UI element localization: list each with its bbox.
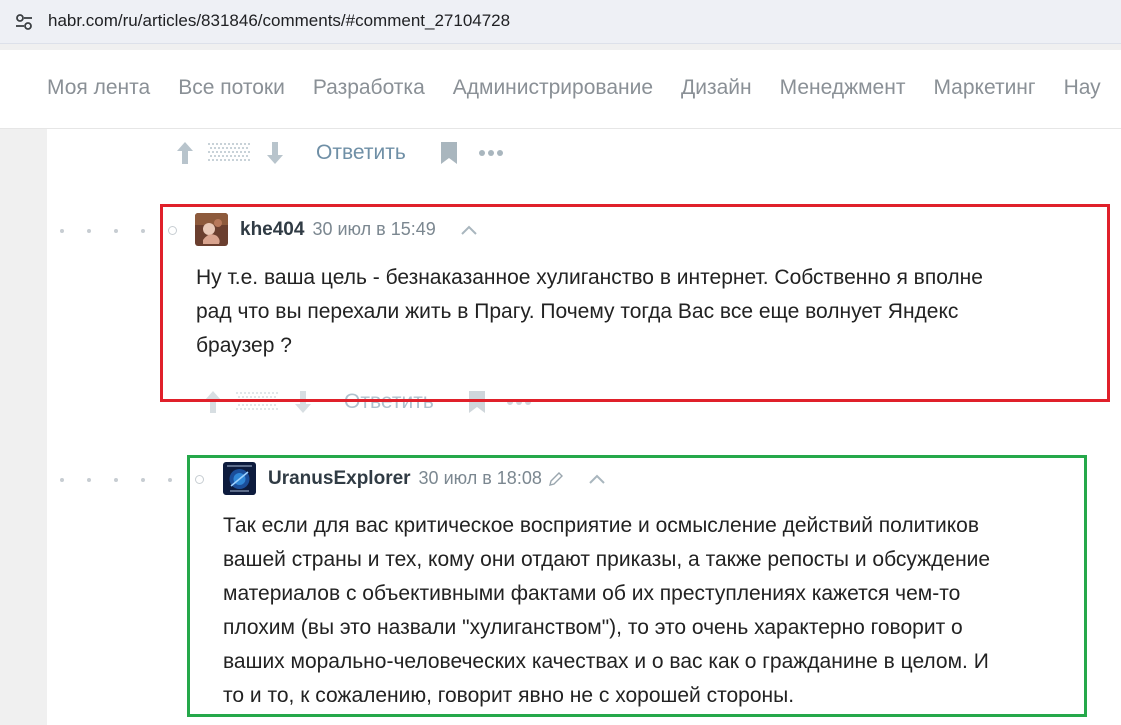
browser-address-bar[interactable]: habr.com/ru/articles/831846/comments/#co… xyxy=(0,0,1121,44)
hubs-navigation: Моя лента Все потоки Разработка Админист… xyxy=(0,50,1121,129)
more-dots-icon[interactable] xyxy=(478,149,504,157)
nav-item-all-streams[interactable]: Все потоки xyxy=(178,76,285,100)
indent-dot xyxy=(141,477,145,482)
nav-item-my-feed[interactable]: Моя лента xyxy=(47,76,150,100)
arrow-up-icon[interactable] xyxy=(174,140,196,166)
indent-dot xyxy=(87,477,91,482)
reply-button[interactable]: Ответить xyxy=(316,141,406,165)
indent-dot xyxy=(168,477,172,482)
indent-dot xyxy=(114,228,118,233)
indent-dot xyxy=(87,228,91,233)
site-info-tune-icon[interactable] xyxy=(14,12,34,32)
nav-item-development[interactable]: Разработка xyxy=(313,76,425,100)
nav-item-design[interactable]: Дизайн xyxy=(681,76,752,100)
thread-indent-dots xyxy=(60,475,204,484)
arrow-down-icon[interactable] xyxy=(264,140,286,166)
nav-item-science[interactable]: Нау xyxy=(1064,76,1101,100)
indent-dot xyxy=(141,228,145,233)
indent-dot xyxy=(60,228,64,233)
nav-items: Моя лента Все потоки Разработка Админист… xyxy=(47,76,1121,100)
nav-item-management[interactable]: Менеджмент xyxy=(780,76,906,100)
indent-dot xyxy=(60,477,64,482)
score-placeholder xyxy=(208,143,250,161)
highlight-frame-green xyxy=(187,455,1087,717)
highlight-frame-red xyxy=(160,204,1110,402)
url-text[interactable]: habr.com/ru/articles/831846/comments/#co… xyxy=(48,11,510,31)
nav-item-administration[interactable]: Администрирование xyxy=(453,76,653,100)
previous-comment-actions: Ответить xyxy=(174,140,504,166)
bookmark-icon[interactable] xyxy=(440,141,458,165)
nav-item-marketing[interactable]: Маркетинг xyxy=(933,76,1035,100)
indent-dot xyxy=(114,477,118,482)
